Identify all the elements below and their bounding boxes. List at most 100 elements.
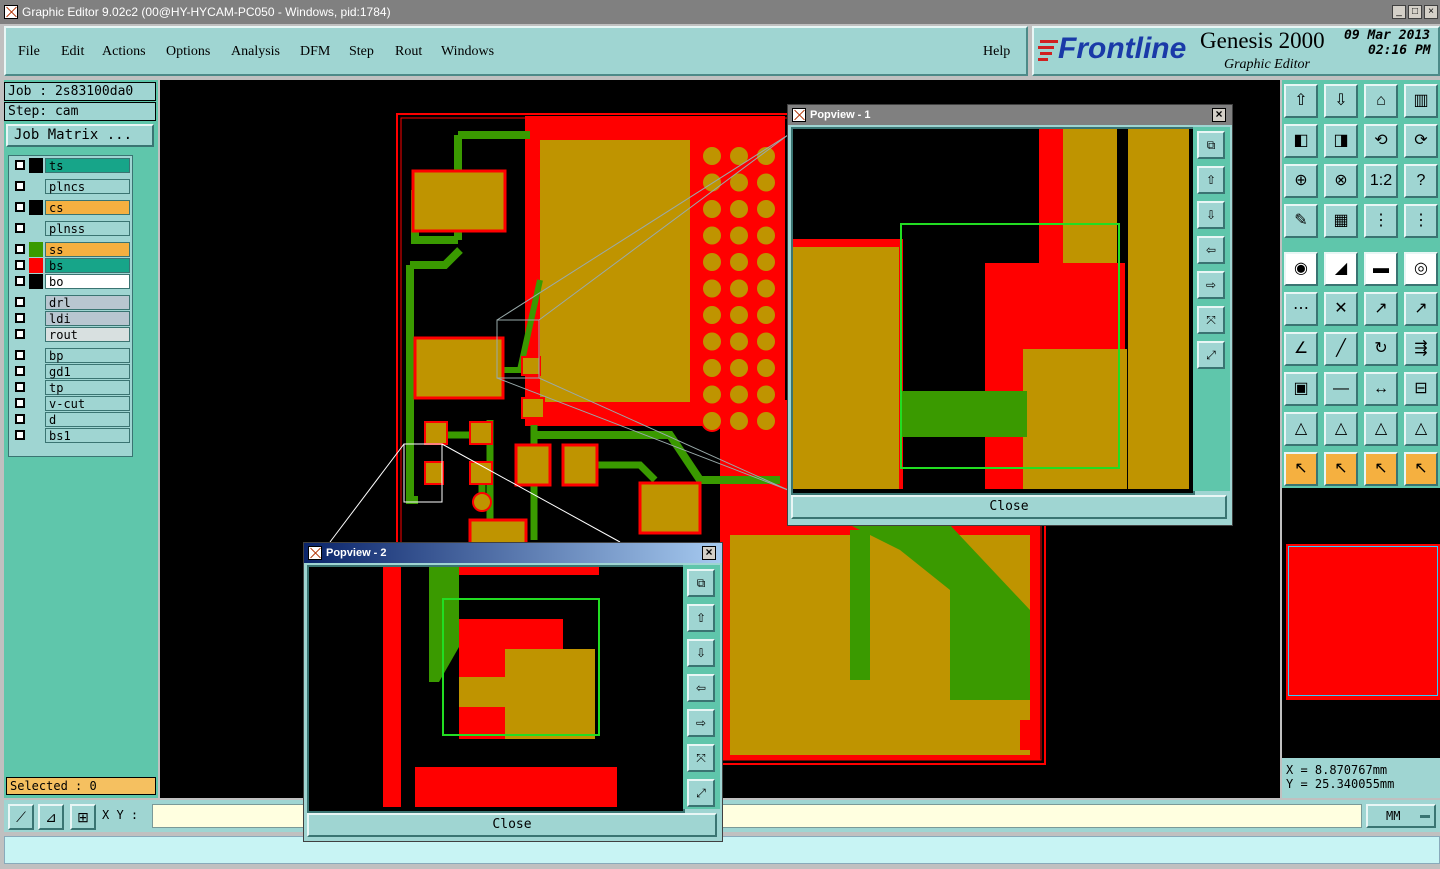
zoom-fit-icon[interactable]: ⧉ (1197, 131, 1225, 159)
menu-file[interactable]: File (18, 44, 40, 60)
scale-1-2-icon[interactable]: 1:2 (1364, 164, 1398, 198)
undo-icon[interactable]: ⟲ (1364, 124, 1398, 158)
layer-color-swatch[interactable] (29, 364, 43, 379)
tri-blue-icon[interactable]: △ (1364, 412, 1398, 446)
circle-icon[interactable]: ◎ (1404, 252, 1438, 286)
layer-name[interactable]: bs (45, 258, 130, 273)
pan-up-icon[interactable]: ⇧ (687, 604, 715, 632)
zoom-in-icon[interactable]: ⤧ (687, 744, 715, 772)
zoom-out-icon[interactable]: ⤢ (1197, 341, 1225, 369)
snap-icon[interactable]: ⊿ (38, 804, 64, 830)
layer-color-swatch[interactable] (29, 348, 43, 363)
layer-color-swatch[interactable] (29, 311, 43, 326)
zoom-in-icon[interactable]: ⤧ (1197, 306, 1225, 334)
layer-row[interactable]: bp (11, 348, 130, 363)
menu-edit[interactable]: Edit (61, 44, 84, 60)
layer-checkbox[interactable] (15, 313, 25, 323)
layer-color-swatch[interactable] (29, 258, 43, 273)
popview-1-close-icon[interactable]: × (1212, 108, 1226, 122)
layer-row[interactable]: tp (11, 380, 130, 395)
layer-checkbox[interactable] (15, 276, 25, 286)
popview-2-close-icon[interactable]: × (702, 546, 716, 560)
layer-checkbox[interactable] (15, 430, 25, 440)
layer-color-swatch[interactable] (29, 242, 43, 257)
select-icon[interactable]: ↖ (1284, 452, 1318, 486)
popview-1-window[interactable]: Popview - 1 × ⧉ ⇧ ⇩ ⇦ ⇨ ⤧ ⤢ Close (787, 104, 1233, 526)
save-icon[interactable]: ⇩ (1324, 84, 1358, 118)
menu-analysis[interactable]: Analysis (231, 44, 280, 60)
measure-tool-icon[interactable]: ✎ (1284, 204, 1318, 238)
popview-1-view[interactable] (791, 127, 1195, 495)
popview-2-view[interactable] (307, 565, 685, 813)
node-red-icon[interactable]: ↗ (1404, 292, 1438, 326)
tri-red-icon[interactable]: △ (1284, 412, 1318, 446)
layer-row[interactable]: bs (11, 258, 130, 273)
grid-icon[interactable]: ▦ (1324, 204, 1358, 238)
pan-down-icon[interactable]: ⇩ (687, 639, 715, 667)
zoom-out-icon[interactable]: ⤢ (687, 779, 715, 807)
dash-icon[interactable]: — (1324, 372, 1358, 406)
zoom-icon[interactable]: ⊗ (1324, 164, 1358, 198)
dimension-icon[interactable]: ↔ (1364, 372, 1398, 406)
layer-name[interactable]: plncs (45, 179, 130, 194)
menu-dfm[interactable]: DFM (300, 44, 330, 60)
layer-name[interactable]: v-cut (45, 396, 130, 411)
layer-name[interactable]: tp (45, 380, 130, 395)
layer-checkbox[interactable] (15, 181, 25, 191)
menu-windows[interactable]: Windows (441, 44, 494, 60)
menu-options[interactable]: Options (166, 44, 210, 60)
layer-checkbox[interactable] (15, 202, 25, 212)
layer-checkbox[interactable] (15, 260, 25, 270)
help-icon[interactable]: ? (1404, 164, 1438, 198)
layer-color-swatch[interactable] (29, 396, 43, 411)
select-box-icon[interactable]: ↖ (1324, 452, 1358, 486)
layer-row[interactable]: plncs (11, 179, 130, 194)
minimize-button[interactable]: _ (1392, 5, 1406, 19)
layer-color-swatch[interactable] (29, 200, 43, 215)
units-dropdown[interactable]: MM (1366, 804, 1436, 828)
layer-color-swatch[interactable] (29, 428, 43, 443)
layer-color-swatch[interactable] (29, 412, 43, 427)
popview-1-close-button[interactable]: Close (791, 495, 1227, 519)
layer-row[interactable]: d (11, 412, 130, 427)
layer-checkbox[interactable] (15, 350, 25, 360)
layer-name[interactable]: ss (45, 242, 130, 257)
select-poly-icon[interactable]: ↖ (1404, 452, 1438, 486)
layer-name[interactable]: bo (45, 274, 130, 289)
window-title-bar[interactable]: Graphic Editor 9.02c2 (00@HY-HYCAM-PC050… (0, 0, 1440, 24)
menu-step[interactable]: Step (349, 44, 374, 60)
layer-row[interactable]: cs (11, 200, 130, 215)
open-step-icon[interactable]: ⇧ (1284, 84, 1318, 118)
fit-icon[interactable]: ⊕ (1284, 164, 1318, 198)
layer-color-swatch[interactable] (29, 274, 43, 289)
pan-right-icon[interactable]: ⇨ (1197, 271, 1225, 299)
zoom-fit-icon[interactable]: ⧉ (687, 569, 715, 597)
arc-icon[interactable]: ↻ (1364, 332, 1398, 366)
draw-line-icon[interactable]: ⟋ (8, 804, 34, 830)
layer-row[interactable]: plnss (11, 221, 130, 236)
layer-name[interactable]: bp (45, 348, 130, 363)
close-window-button[interactable]: × (1424, 5, 1438, 19)
ruler-icon[interactable]: ▬ (1364, 252, 1398, 286)
layer-checkbox[interactable] (15, 297, 25, 307)
layer-row[interactable]: ts (11, 158, 130, 173)
angle-icon[interactable]: ∠ (1284, 332, 1318, 366)
popview-2-close-button[interactable]: Close (307, 813, 717, 837)
layer-color-swatch[interactable] (29, 327, 43, 342)
layer-color-swatch[interactable] (29, 179, 43, 194)
layer-row[interactable]: bo (11, 274, 130, 289)
menu-help[interactable]: Help (983, 44, 1010, 60)
layer-name[interactable]: plnss (45, 221, 130, 236)
layer-name[interactable]: d (45, 412, 130, 427)
cross-icon[interactable]: ✕ (1324, 292, 1358, 326)
tri-icon[interactable]: △ (1324, 412, 1358, 446)
minimap-viewport[interactable] (1288, 546, 1438, 696)
layer-name[interactable]: ts (45, 158, 130, 173)
slash-icon[interactable]: ╱ (1324, 332, 1358, 366)
layer-row[interactable]: bs1 (11, 428, 130, 443)
layer-checkbox[interactable] (15, 398, 25, 408)
minimap[interactable] (1282, 488, 1440, 798)
prev-icon[interactable]: ◧ (1284, 124, 1318, 158)
tri-blue2-icon[interactable]: △ (1404, 412, 1438, 446)
pan-left-icon[interactable]: ⇦ (1197, 236, 1225, 264)
